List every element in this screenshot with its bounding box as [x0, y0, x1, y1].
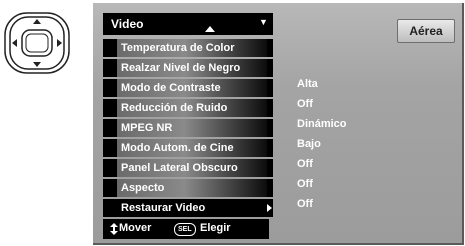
- menu-item-aspecto[interactable]: Aspecto: [103, 179, 273, 197]
- select-label: Elegir: [200, 222, 231, 234]
- sel-key-badge: SEL: [174, 223, 196, 236]
- menu-item-label: Reducción de Ruido: [117, 99, 267, 117]
- menu-item-label: Modo de Contraste: [117, 79, 267, 97]
- menu-item-modo-cine[interactable]: Modo Autom. de Cine: [103, 139, 273, 157]
- menu-item-value: Off: [297, 178, 313, 190]
- menu-item-label: Realzar Nivel de Negro: [117, 59, 267, 77]
- menu-item-value: Off: [297, 198, 313, 210]
- input-source-button[interactable]: Aérea: [397, 19, 455, 43]
- menu-item-label: Temperatura de Color: [117, 39, 267, 57]
- menu-item-realzar-negro[interactable]: Realzar Nivel de Negro: [103, 59, 273, 77]
- menu-item-label: Restaurar Video: [117, 199, 267, 217]
- menu-item-label: Aspecto: [117, 179, 267, 197]
- menu-item-panel-lateral[interactable]: Panel Lateral Obscuro: [103, 159, 273, 177]
- tv-menu-screen: Aérea Video ▼ Temperatura de Color Alta …: [93, 3, 464, 245]
- menu-title: Video: [111, 17, 144, 31]
- menu-item-label: Modo Autom. de Cine: [117, 139, 267, 157]
- menu-item-restaurar-video[interactable]: Restaurar Video: [103, 199, 273, 217]
- menu-item-label: Panel Lateral Obscuro: [117, 159, 267, 177]
- submenu-arrow-icon: [267, 204, 272, 212]
- up-arrow-icon: [205, 26, 215, 32]
- menu-item-value: Bajo: [297, 138, 321, 150]
- menu-item-contraste[interactable]: Modo de Contraste: [103, 79, 273, 97]
- menu-item-label: MPEG NR: [117, 119, 267, 137]
- remote-dpad-icon: [4, 12, 70, 74]
- menu-header[interactable]: Video ▼: [103, 13, 273, 35]
- footer-hint-bar: Mover SEL Elegir: [103, 219, 269, 239]
- move-label: Mover: [119, 222, 152, 234]
- menu-item-value: Alta: [297, 78, 318, 90]
- updown-arrow-icon: [110, 223, 118, 235]
- menu-item-value: Dinámico: [297, 118, 347, 130]
- menu-item-value: Off: [297, 98, 313, 110]
- dropdown-arrow-icon: ▼: [259, 17, 268, 27]
- menu-item-mpeg-nr[interactable]: MPEG NR: [103, 119, 273, 137]
- menu-item-temperatura[interactable]: Temperatura de Color: [103, 39, 273, 57]
- menu-item-ruido[interactable]: Reducción de Ruido: [103, 99, 273, 117]
- menu-item-value: Off: [297, 158, 313, 170]
